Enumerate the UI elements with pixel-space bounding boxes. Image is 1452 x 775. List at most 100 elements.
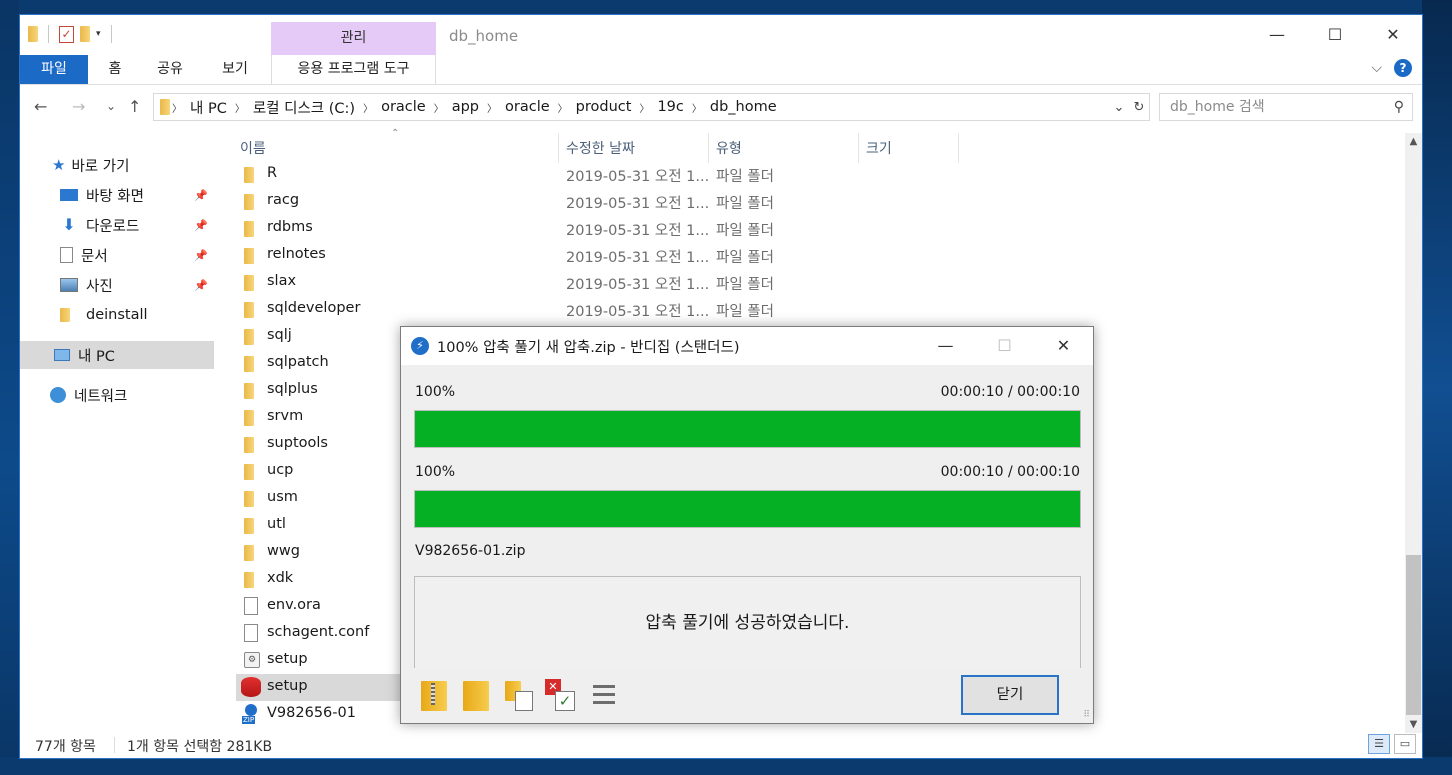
sidebar-item-label: deinstall <box>86 307 148 323</box>
sidebar-item-this-pc[interactable]: 내 PC <box>20 341 214 369</box>
sidebar-item-label: 사진 <box>86 278 113 295</box>
scrollbar-thumb[interactable] <box>1406 555 1421 715</box>
tab-view[interactable]: 보기 <box>210 55 260 84</box>
file-name: sqlplus <box>267 381 318 397</box>
column-header-size[interactable]: 크기 <box>866 135 892 163</box>
recent-locations-button[interactable]: ⌄ <box>106 99 116 113</box>
column-divider[interactable] <box>858 133 859 163</box>
dialog-toolbar: ✕ ✓ <box>419 679 617 711</box>
chevron-right-icon[interactable]: 〉 <box>558 100 568 115</box>
file-row[interactable]: sqldeveloper 2019-05-31 오전 1... 파일 폴더 <box>236 296 1406 323</box>
breadcrumb-oracle-2[interactable]: oracle <box>505 99 550 115</box>
resize-grip-icon[interactable]: ⠿ <box>1083 710 1090 720</box>
copy-icon[interactable] <box>503 679 533 711</box>
close-button[interactable]: ✕ <box>1364 15 1422 55</box>
database-setup-icon <box>241 677 261 697</box>
tab-home[interactable]: 홈 <box>90 55 140 84</box>
sidebar-item-desktop[interactable]: 바탕 화면 📌 <box>20 181 214 209</box>
file-name: racg <box>267 192 300 208</box>
column-header-type[interactable]: 유형 <box>716 135 742 163</box>
address-dropdown-icon[interactable]: ⌄ <box>1109 100 1129 115</box>
sidebar-item-quick-access[interactable]: ★ 바로 가기 <box>20 151 214 179</box>
progress-bar-file <box>414 490 1081 528</box>
chevron-right-icon[interactable]: 〉 <box>692 100 702 115</box>
search-input[interactable]: db_home 검색 ⚲ <box>1159 93 1413 121</box>
dialog-close-button[interactable]: ✕ <box>1034 327 1093 365</box>
breadcrumb-this-pc[interactable]: 내 PC <box>190 97 227 118</box>
file-row[interactable]: slax 2019-05-31 오전 1... 파일 폴더 <box>236 269 1406 296</box>
sidebar-item-deinstall[interactable]: deinstall <box>20 301 214 329</box>
file-row[interactable]: R 2019-05-31 오전 1... 파일 폴더 <box>236 161 1406 188</box>
column-header-name[interactable]: 이름 <box>240 135 266 163</box>
chevron-right-icon[interactable]: 〉 <box>434 100 444 115</box>
properties-icon[interactable]: ✓ <box>59 25 74 43</box>
minimize-button[interactable]: — <box>1248 15 1306 55</box>
archive-filename: V982656-01.zip <box>415 543 526 559</box>
help-icon[interactable]: ? <box>1394 59 1412 77</box>
up-button[interactable]: ↑ <box>128 97 141 116</box>
pin-icon[interactable]: 📌 <box>194 279 208 292</box>
address-bar-controls: ⌄ ↻ <box>1109 94 1149 120</box>
forward-button[interactable]: → <box>72 97 85 116</box>
chevron-right-icon[interactable]: 〉 <box>639 100 649 115</box>
delete-archive-icon[interactable]: ✕ ✓ <box>545 679 575 711</box>
back-button[interactable]: ← <box>34 97 47 116</box>
chevron-right-icon[interactable]: 〉 <box>487 100 497 115</box>
file-row-selected[interactable]: setup <box>236 674 401 701</box>
customize-toolbar-icon[interactable]: ▾ <box>96 29 101 39</box>
item-count: 77개 항목 <box>35 739 96 755</box>
scroll-up-icon[interactable]: ▲ <box>1405 133 1422 150</box>
address-bar[interactable]: 〉 내 PC 〉 로컬 디스크 (C:) 〉 oracle 〉 app 〉 or… <box>153 93 1150 121</box>
column-divider[interactable] <box>558 133 559 163</box>
manage-context-tab[interactable]: 관리 <box>271 22 436 55</box>
sidebar-item-pictures[interactable]: 사진 📌 <box>20 271 214 299</box>
navigation-bar: ← → ⌄ ↑ 〉 내 PC 〉 로컬 디스크 (C:) 〉 oracle 〉 … <box>20 91 1422 123</box>
dialog-minimize-button[interactable]: — <box>916 327 975 365</box>
scroll-down-icon[interactable]: ▼ <box>1405 716 1422 733</box>
menu-icon[interactable] <box>587 679 617 711</box>
expand-ribbon-icon[interactable]: ⌵ <box>1371 60 1382 76</box>
close-dialog-button[interactable]: 닫기 <box>961 675 1059 715</box>
large-icons-view-icon[interactable]: ▭ <box>1394 734 1416 754</box>
column-divider[interactable] <box>958 133 959 163</box>
new-folder-icon[interactable] <box>80 26 90 42</box>
details-view-icon[interactable]: ☰ <box>1368 734 1390 754</box>
breadcrumb-oracle[interactable]: oracle <box>381 99 426 115</box>
breadcrumb-product[interactable]: product <box>576 99 632 115</box>
open-folder-zip-icon[interactable] <box>419 679 449 711</box>
file-row[interactable]: rdbms 2019-05-31 오전 1... 파일 폴더 <box>236 215 1406 242</box>
sidebar-item-downloads[interactable]: ⬇ 다운로드 📌 <box>20 211 214 239</box>
file-name: R <box>267 165 278 181</box>
tab-file[interactable]: 파일 <box>20 55 88 84</box>
breadcrumb-local-disk[interactable]: 로컬 디스크 (C:) <box>253 97 355 118</box>
sidebar-item-documents[interactable]: 문서 📌 <box>20 241 214 269</box>
chevron-right-icon[interactable]: 〉 <box>363 100 373 115</box>
file-row[interactable]: relnotes 2019-05-31 오전 1... 파일 폴더 <box>236 242 1406 269</box>
chevron-right-icon[interactable]: 〉 <box>172 100 182 115</box>
breadcrumb-app[interactable]: app <box>452 99 479 115</box>
tab-application-tools[interactable]: 응용 프로그램 도구 <box>271 55 436 84</box>
folder-icon <box>244 329 254 345</box>
column-divider[interactable] <box>708 133 709 163</box>
search-icon: ⚲ <box>1393 99 1404 115</box>
pin-icon[interactable]: 📌 <box>194 219 208 232</box>
folder-icon <box>244 545 254 561</box>
column-header-date[interactable]: 수정한 날짜 <box>566 135 635 163</box>
dialog-title: 100% 압축 풀기 새 압축.zip - 반디집 (스탠더드) <box>437 340 740 356</box>
vertical-scrollbar[interactable]: ▲ ▼ <box>1405 133 1422 733</box>
pin-icon[interactable]: 📌 <box>194 189 208 202</box>
pin-icon[interactable]: 📌 <box>194 249 208 262</box>
folder-icon <box>244 383 254 399</box>
document-icon <box>60 247 73 263</box>
maximize-button[interactable]: ☐ <box>1306 15 1364 55</box>
desktop-background <box>0 0 19 775</box>
breadcrumb-db-home[interactable]: db_home <box>710 99 777 115</box>
chevron-right-icon[interactable]: 〉 <box>235 100 245 115</box>
breadcrumb-19c[interactable]: 19c <box>657 99 683 115</box>
sidebar-item-network[interactable]: 네트워크 <box>20 381 214 409</box>
tab-share[interactable]: 공유 <box>145 55 195 84</box>
file-name: sqlj <box>267 327 292 343</box>
open-folder-icon[interactable] <box>461 679 491 711</box>
file-row[interactable]: racg 2019-05-31 오전 1... 파일 폴더 <box>236 188 1406 215</box>
refresh-button[interactable]: ↻ <box>1129 100 1149 115</box>
